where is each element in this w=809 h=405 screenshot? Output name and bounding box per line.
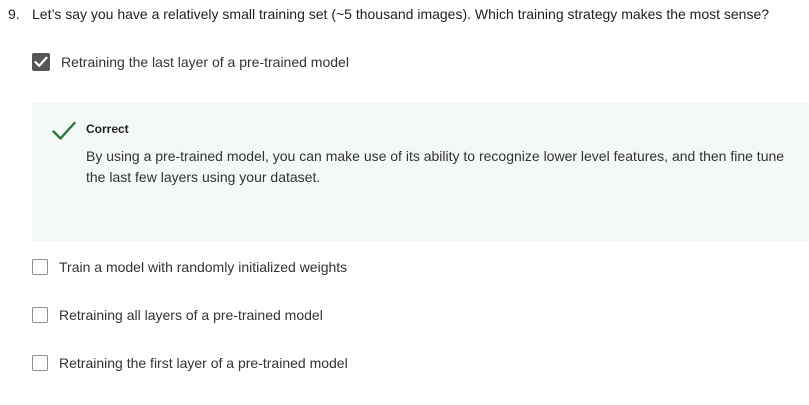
checkbox-unchecked-icon[interactable] xyxy=(32,355,48,371)
checkbox-checked-icon[interactable] xyxy=(32,53,50,71)
option-retrain-last-layer[interactable]: Retraining the last layer of a pre-train… xyxy=(32,52,349,72)
question-text-row: 9. Let’s say you have a relatively small … xyxy=(8,4,769,24)
option-label: Train a model with randomly initialized … xyxy=(59,259,348,275)
question-number: 9. xyxy=(8,6,20,22)
feedback-status: Correct xyxy=(86,122,129,136)
feedback-panel: Correct By using a pre-trained model, yo… xyxy=(32,103,809,241)
correct-checkmark-icon xyxy=(52,121,76,140)
option-retrain-all-layers[interactable]: Retraining all layers of a pre-trained m… xyxy=(32,305,323,325)
option-random-init[interactable]: Train a model with randomly initialized … xyxy=(32,257,347,277)
option-label: Retraining the first layer of a pre-trai… xyxy=(59,355,348,371)
option-label: Retraining all layers of a pre-trained m… xyxy=(59,307,323,323)
feedback-explanation: By using a pre-trained model, you can ma… xyxy=(86,148,785,185)
question-prompt: Let’s say you have a relatively small tr… xyxy=(32,6,770,22)
checkbox-unchecked-icon[interactable] xyxy=(32,259,48,275)
checkbox-unchecked-icon[interactable] xyxy=(32,307,48,323)
checkmark-icon xyxy=(34,56,48,67)
option-retrain-first-layer[interactable]: Retraining the first layer of a pre-trai… xyxy=(32,353,348,373)
option-label: Retraining the last layer of a pre-train… xyxy=(61,54,349,70)
